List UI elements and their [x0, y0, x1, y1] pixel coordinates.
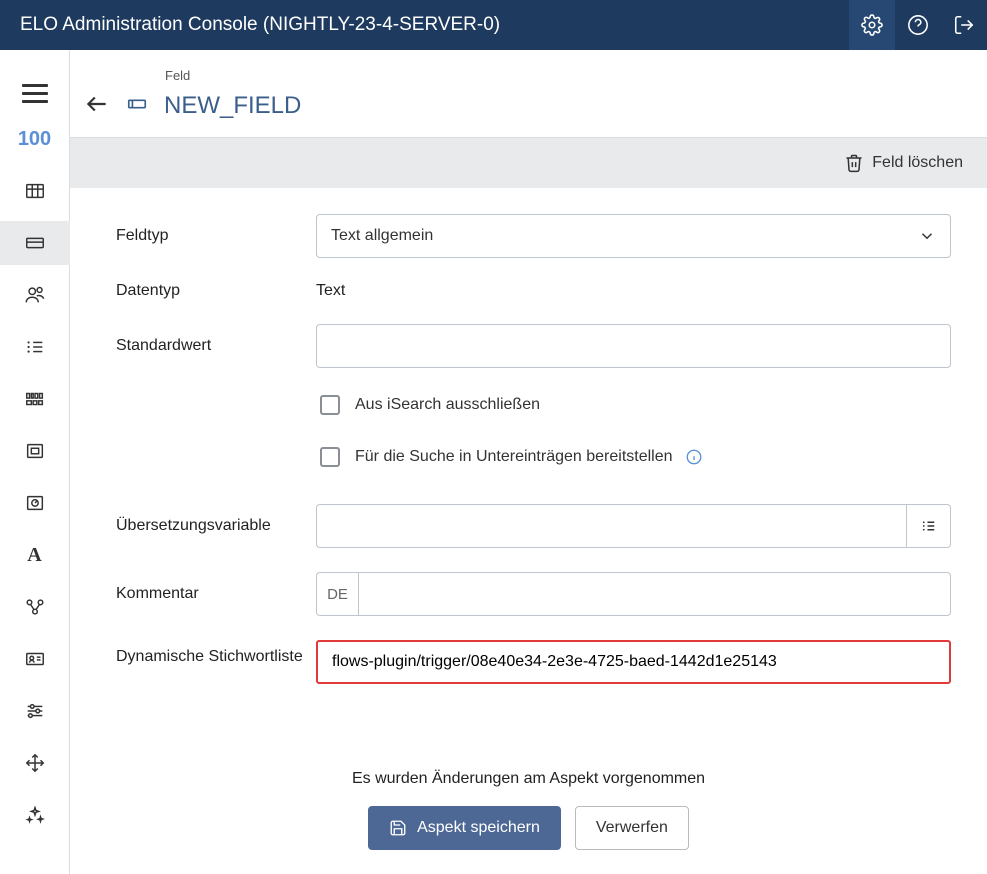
page-title: NEW_FIELD — [164, 92, 301, 120]
dashboard-icon — [24, 492, 46, 514]
fieldtype-label: Feldtyp — [116, 227, 316, 245]
breadcrumb: Feld — [90, 68, 987, 91]
users-icon — [24, 284, 46, 306]
help-icon — [907, 14, 929, 36]
comment-lang-badge: DE — [316, 572, 358, 616]
topbar: ELO Administration Console (NIGHTLY-23-4… — [0, 0, 987, 50]
keywordlist-input[interactable] — [316, 640, 951, 684]
field-icon — [126, 93, 148, 119]
arrow-left-icon — [84, 91, 110, 117]
fieldtype-select[interactable]: Text allgemein — [316, 214, 951, 258]
sidebar-item-workflow[interactable] — [0, 585, 70, 629]
default-input[interactable] — [316, 324, 951, 368]
chevron-down-icon — [918, 227, 936, 245]
comment-label: Kommentar — [116, 585, 316, 603]
fieldtype-value: Text allgemein — [331, 227, 433, 245]
info-icon — [685, 448, 703, 466]
sidebar-item-barcode[interactable] — [0, 377, 70, 421]
provide-subentries-checkbox[interactable] — [320, 447, 340, 467]
list-icon — [24, 336, 46, 358]
discard-label: Verwerfen — [596, 819, 668, 837]
sidebar-item-id[interactable] — [0, 637, 70, 681]
move-icon — [24, 752, 46, 774]
sidebar-item-panel[interactable] — [0, 429, 70, 473]
translation-input[interactable] — [316, 504, 906, 548]
provide-subentries-label[interactable]: Für die Suche in Untereinträgen bereitst… — [355, 448, 673, 466]
sidebar-item-tables[interactable] — [0, 169, 70, 213]
translation-picker-button[interactable] — [906, 504, 951, 548]
trash-icon — [844, 153, 864, 173]
sidebar-item-users[interactable] — [0, 273, 70, 317]
font-icon: A — [27, 544, 41, 567]
sparkle-icon — [24, 804, 46, 826]
table-icon — [24, 180, 46, 202]
menu-toggle-button[interactable] — [22, 80, 48, 106]
translation-label: Übersetzungsvariable — [116, 517, 316, 535]
discard-button[interactable]: Verwerfen — [575, 806, 689, 850]
sidebar-item-dashboard[interactable] — [0, 481, 70, 525]
exclude-isearch-checkbox[interactable] — [320, 395, 340, 415]
form-icon — [24, 232, 46, 254]
action-toolbar: Feld löschen — [70, 138, 987, 188]
save-button[interactable]: Aspekt speichern — [368, 806, 561, 850]
sidebar-item-move[interactable] — [0, 741, 70, 785]
sidebar-item-fonts[interactable]: A — [0, 533, 70, 577]
sidebar-counter: 100 — [18, 122, 51, 161]
sidebar: 100 A — [0, 50, 70, 874]
exclude-isearch-label[interactable]: Aus iSearch ausschließen — [355, 396, 540, 414]
save-icon — [389, 819, 407, 837]
changes-message: Es wurden Änderungen am Aspekt vorgenomm… — [352, 770, 705, 788]
back-button[interactable] — [84, 91, 110, 121]
help-button[interactable] — [895, 0, 941, 50]
footer: Es wurden Änderungen am Aspekt vorgenomm… — [70, 746, 987, 874]
idcard-icon — [24, 648, 46, 670]
default-label: Standardwert — [116, 337, 316, 355]
list-icon — [920, 517, 938, 535]
page-header: Feld NEW_FIELD — [70, 50, 987, 138]
delete-field-label: Feld löschen — [872, 154, 963, 172]
logout-button[interactable] — [941, 0, 987, 50]
info-button[interactable] — [685, 448, 703, 466]
main-panel: Feld NEW_FIELD Feld löschen Feldtyp — [70, 50, 987, 874]
barcode-icon — [24, 388, 46, 410]
panel-icon — [24, 440, 46, 462]
delete-field-button[interactable]: Feld löschen — [844, 153, 963, 173]
sidebar-item-lists[interactable] — [0, 325, 70, 369]
settings-button[interactable] — [849, 0, 895, 50]
logout-icon — [953, 14, 975, 36]
gear-icon — [861, 14, 883, 36]
sidebar-item-sparkle[interactable] — [0, 793, 70, 837]
datatype-value: Text — [316, 282, 951, 300]
sidebar-item-sliders[interactable] — [0, 689, 70, 733]
comment-input[interactable] — [358, 572, 951, 616]
keywordlist-label: Dynamische Stichwortliste — [116, 640, 316, 668]
sidebar-item-forms[interactable] — [0, 221, 70, 265]
sliders-icon — [24, 700, 46, 722]
save-label: Aspekt speichern — [417, 819, 540, 837]
topbar-actions — [849, 0, 987, 50]
datatype-label: Datentyp — [116, 282, 316, 300]
workflow-icon — [24, 596, 46, 618]
app-title: ELO Administration Console (NIGHTLY-23-4… — [20, 14, 849, 36]
